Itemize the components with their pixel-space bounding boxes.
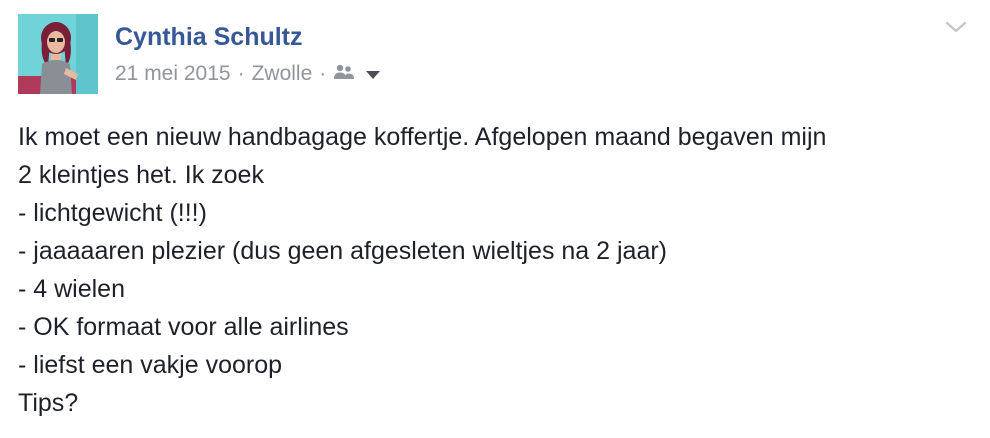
post-line: Ik moet een nieuw handbagage koffertje. … [18,123,827,151]
post-meta: 21 mei 2015 · Zwolle · [115,61,381,87]
author-name[interactable]: Cynthia Schultz [115,22,303,52]
friends-icon [333,62,355,86]
caret-down-icon [365,62,381,86]
author-avatar[interactable] [18,14,98,94]
post-line: - lichtgewicht (!!!) [18,199,207,227]
post-text: Ik moet een nieuw handbagage koffertje. … [18,118,978,422]
post-options-button[interactable] [944,16,968,38]
feed-post: Cynthia Schultz 21 mei 2015 · Zwolle · I… [0,0,990,438]
post-line: Tips? [18,389,79,417]
post-line: 2 kleintjes het. Ik zoek [18,161,264,189]
post-line: - jaaaaaren plezier (dus geen afgesleten… [18,237,667,265]
separator-dot: · [237,62,245,85]
post-line: - OK formaat voor alle airlines [18,313,349,341]
post-line: - 4 wielen [18,275,125,303]
profile-photo-icon [18,14,98,94]
post-location[interactable]: Zwolle [252,62,313,86]
separator-dot: · [319,62,327,85]
chevron-down-icon [945,21,967,33]
audience-selector[interactable] [333,62,381,86]
post-line: - liefst een vakje voorop [18,351,283,379]
post-date[interactable]: 21 mei 2015 [115,62,231,86]
